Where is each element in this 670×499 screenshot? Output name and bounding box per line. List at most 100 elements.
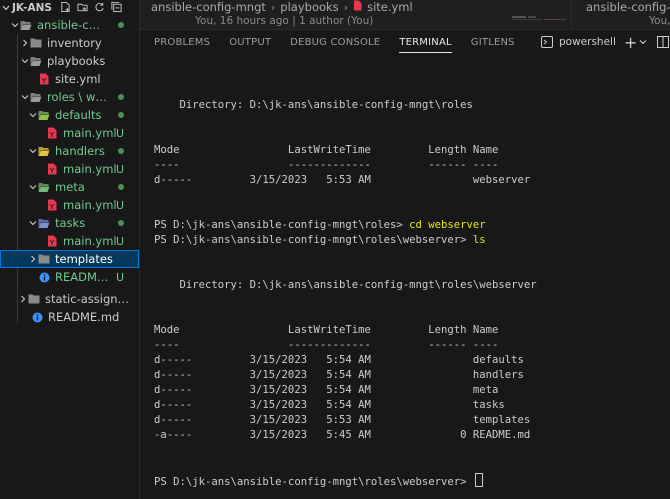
folder-meta-icon [38, 181, 50, 193]
terminal-prompt-icon [541, 36, 553, 48]
new-file-icon[interactable] [60, 1, 71, 13]
tree-item-label: main.yml [63, 162, 117, 176]
yaml-file-icon [46, 163, 58, 175]
untracked-badge: U [115, 234, 124, 248]
split-terminal-icon[interactable] [657, 36, 670, 48]
tree-item-roles-webserver[interactable]: roles \ webserver [0, 88, 139, 106]
terminal-line: d----- 3/15/2023 5:53 AM templates [154, 414, 531, 426]
chevron-down-icon[interactable] [20, 88, 30, 106]
tab-gitlens[interactable]: GITLENS [471, 30, 515, 55]
git-blame-annotation[interactable]: You, 16 hours ago | 1 author (You) [195, 15, 373, 27]
terminal-command: cd webserver [409, 219, 486, 231]
chevron-down-icon[interactable] [28, 106, 38, 124]
tree-item-static-assignments[interactable]: static-assignments [0, 290, 139, 308]
breadcrumb-item[interactable]: ansible-config-mngt [151, 0, 266, 14]
terminal-shell-name[interactable]: powershell [559, 36, 616, 48]
editor-header: ansible-config-mngt › playbooks › site.y… [140, 0, 670, 29]
chevron-down-icon[interactable] [10, 16, 20, 34]
tree-item-ansible-config-mngt[interactable]: ansible-config-mngt [0, 16, 139, 34]
tree-item-label: README.md [55, 270, 110, 284]
tree-item-label: tasks [55, 216, 86, 230]
workspace-title[interactable]: JK-ANS [12, 2, 52, 14]
tree-item-readme[interactable]: README.md [0, 308, 139, 326]
tree-item-main-yml[interactable]: main.yml U [0, 124, 139, 142]
yaml-file-icon [46, 235, 58, 247]
folder-config-icon [38, 109, 50, 121]
folder-open-icon [30, 91, 42, 103]
untracked-badge: U [115, 126, 124, 140]
chevron-down-icon[interactable] [28, 214, 38, 232]
new-folder-icon[interactable] [77, 1, 88, 13]
git-modified-dot [118, 94, 124, 100]
terminal-line: PS D:\jk-ans\ansible-config-mngt\roles\w… [154, 234, 486, 246]
folder-icon [30, 37, 42, 49]
git-blame-annotation[interactable]: You, 15 h [649, 15, 670, 27]
terminal-line: d----- 3/15/2023 5:54 AM defaults [154, 354, 524, 366]
tree-item-readme[interactable]: README.md U [0, 268, 139, 286]
tree-item-handlers[interactable]: handlers [0, 142, 139, 160]
chevron-down-icon[interactable] [28, 142, 38, 160]
terminal-line: d----- 3/15/2023 5:54 AM handlers [154, 369, 524, 381]
tree-item-label: static-assignments [45, 292, 137, 306]
yaml-file-icon [38, 73, 50, 85]
tree-item-tasks[interactable]: tasks [0, 214, 139, 232]
git-modified-dot [118, 148, 124, 154]
tree-item-label: README.md [48, 310, 120, 324]
chevron-down-icon[interactable] [20, 52, 30, 70]
tab-terminal[interactable]: TERMINAL [399, 30, 453, 55]
yaml-file-icon [353, 0, 362, 14]
tree-item-inventory[interactable]: inventory [0, 34, 139, 52]
terminal-prompt-line[interactable]: PS D:\jk-ans\ansible-config-mngt\roles\w… [154, 473, 664, 488]
tree-item-playbooks[interactable]: playbooks [0, 52, 139, 70]
tree-item-defaults[interactable]: defaults [0, 106, 139, 124]
tree-item-meta[interactable]: meta [0, 178, 139, 196]
tree-item-main-yml[interactable]: main.yml U [0, 232, 139, 250]
tree-item-label: main.yml [63, 198, 117, 212]
terminal-output[interactable]: Directory: D:\jk-ans\ansible-config-mngt… [154, 68, 664, 488]
breadcrumb-item[interactable]: site.yml [367, 0, 413, 14]
folder-open-icon [20, 19, 32, 31]
terminal-line: -a---- 3/15/2023 5:45 AM 0 README.md [154, 429, 531, 441]
tree-item-templates[interactable]: templates [0, 250, 139, 268]
tree-item-site-yml[interactable]: site.yml [0, 70, 139, 88]
chevron-down-icon[interactable] [28, 178, 38, 196]
chevron-right-icon[interactable] [28, 250, 38, 268]
breadcrumb-item[interactable]: playbooks [280, 0, 338, 14]
chevron-right-icon: › [343, 0, 349, 14]
terminal-panel: PROBLEMS OUTPUT DEBUG CONSOLE TERMINAL G… [140, 30, 670, 499]
terminal-line: d----- 3/15/2023 5:54 AM meta [154, 384, 499, 396]
tree-item-label: ansible-config-mngt [37, 18, 107, 32]
tab-output[interactable]: OUTPUT [229, 30, 271, 55]
minimap[interactable] [512, 14, 568, 22]
terminal-line: Mode LastWriteTime Length Name [154, 144, 499, 156]
terminal-line: d----- 3/15/2023 5:53 AM webserver [154, 174, 531, 186]
breadcrumb-item[interactable]: ansible-config-m [586, 0, 670, 14]
terminal-line: Mode LastWriteTime Length Name [154, 324, 499, 336]
collapse-all-icon[interactable] [111, 1, 122, 13]
tree-item-label: site.yml [55, 72, 101, 86]
terminal-command: ls [472, 234, 486, 246]
git-modified-dot [118, 184, 124, 190]
folder-icon [28, 293, 40, 305]
tab-problems[interactable]: PROBLEMS [154, 30, 210, 55]
tree-item-main-yml[interactable]: main.yml U [0, 160, 139, 178]
folder-open-icon [30, 55, 42, 67]
refresh-icon[interactable] [94, 1, 105, 13]
untracked-badge: U [115, 162, 124, 176]
chevron-right-icon[interactable] [20, 34, 30, 52]
tree-item-label: main.yml [63, 234, 117, 248]
tab-debug-console[interactable]: DEBUG CONSOLE [290, 30, 380, 55]
add-terminal-icon[interactable]: + [624, 33, 637, 52]
tree-item-main-yml[interactable]: main.yml U [0, 196, 139, 214]
chevron-down-icon[interactable] [639, 38, 647, 46]
tree-item-label: roles \ webserver [47, 90, 107, 104]
chevron-down-icon[interactable] [2, 4, 10, 12]
chevron-right-icon[interactable] [18, 290, 28, 308]
